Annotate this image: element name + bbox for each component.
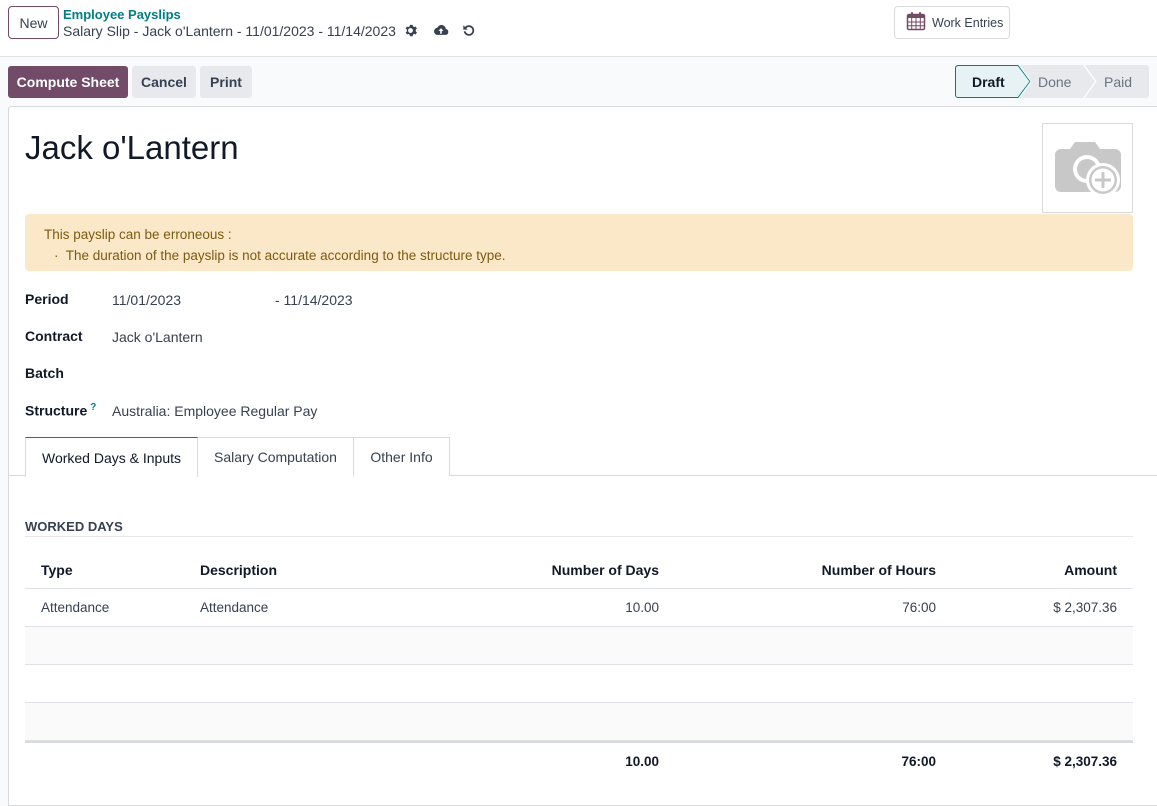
new-button[interactable]: New: [8, 6, 59, 39]
cancel-button[interactable]: Cancel: [132, 66, 196, 98]
column-header-days[interactable]: Number of Days: [552, 562, 659, 578]
table-header-row: Type Description Number of Days Number o…: [25, 551, 1133, 589]
print-button[interactable]: Print: [200, 66, 252, 98]
alert-title: This payslip can be erroneous :: [44, 227, 232, 242]
contract-field[interactable]: Jack o'Lantern: [112, 329, 203, 345]
batch-field[interactable]: [112, 365, 412, 383]
contract-label: Contract: [25, 328, 83, 344]
record-title: Salary Slip - Jack o'Lantern - 11/01/202…: [63, 23, 396, 39]
undo-icon[interactable]: [461, 22, 477, 38]
worked-days-table: Type Description Number of Days Number o…: [25, 551, 1133, 779]
gear-icon[interactable]: [402, 22, 418, 38]
total-hours: 76:00: [901, 753, 936, 769]
breadcrumb-employee-payslips[interactable]: Employee Payslips: [63, 7, 181, 22]
total-days: 10.00: [625, 753, 659, 769]
tab-other-info[interactable]: Other Info: [353, 437, 450, 476]
column-header-amount[interactable]: Amount: [1064, 562, 1117, 578]
column-header-description[interactable]: Description: [200, 562, 277, 578]
section-divider: [25, 536, 1133, 537]
period-to-field[interactable]: - 11/14/2023: [275, 292, 353, 308]
form-sheet: Jack o'Lantern This payslip can be erron…: [8, 106, 1157, 806]
cell-type: Attendance: [41, 600, 110, 615]
worked-days-section-title: WORKED DAYS: [25, 519, 123, 534]
column-header-hours[interactable]: Number of Hours: [822, 562, 936, 578]
calendar-icon: [906, 11, 926, 34]
period-from-field[interactable]: 11/01/2023: [112, 292, 181, 308]
cell-amount: $ 2,307.36: [1053, 600, 1117, 615]
structure-label: Structure?: [25, 402, 97, 419]
structure-help-tooltip[interactable]: ?: [90, 402, 96, 413]
cell-days: 10.00: [625, 600, 659, 615]
stage-done[interactable]: Done: [1038, 65, 1071, 98]
camera-add-icon: [1053, 136, 1123, 201]
compute-sheet-button[interactable]: Compute Sheet: [8, 66, 128, 98]
cell-hours: 76:00: [902, 600, 936, 615]
statusbar: Compute Sheet Cancel Print Draft Done Pa…: [0, 57, 1157, 106]
employee-name[interactable]: Jack o'Lantern: [25, 129, 239, 167]
payslip-warning-alert: This payslip can be erroneous : · The du…: [25, 214, 1133, 271]
tab-worked-days-inputs[interactable]: Worked Days & Inputs: [25, 437, 198, 477]
cloud-upload-icon[interactable]: [433, 22, 449, 38]
empty-row: [25, 703, 1133, 741]
employee-avatar[interactable]: [1042, 123, 1133, 213]
table-row[interactable]: Attendance Attendance 10.00 76:00 $ 2,30…: [25, 589, 1133, 627]
work-entries-button[interactable]: Work Entries: [894, 6, 1010, 39]
cell-description: Attendance: [200, 600, 269, 615]
control-panel: New Employee Payslips Salary Slip - Jack…: [0, 0, 1157, 57]
column-header-type[interactable]: Type: [41, 562, 73, 578]
stage-draft[interactable]: Draft: [972, 65, 1005, 98]
tab-salary-computation[interactable]: Salary Computation: [198, 437, 354, 476]
alert-item: · The duration of the payslip is not acc…: [54, 248, 506, 263]
stage-paid[interactable]: Paid: [1104, 65, 1132, 98]
total-amount: $ 2,307.36: [1053, 753, 1117, 769]
structure-field[interactable]: Australia: Employee Regular Pay: [112, 403, 317, 419]
batch-label: Batch: [25, 365, 64, 381]
table-totals-row: 10.00 76:00 $ 2,307.36: [25, 741, 1133, 779]
period-label: Period: [25, 291, 69, 307]
empty-row: [25, 627, 1133, 665]
notebook-tabs: Worked Days & Inputs Salary Computation …: [9, 437, 1157, 477]
work-entries-label: Work Entries: [932, 15, 1004, 30]
empty-row: [25, 665, 1133, 703]
